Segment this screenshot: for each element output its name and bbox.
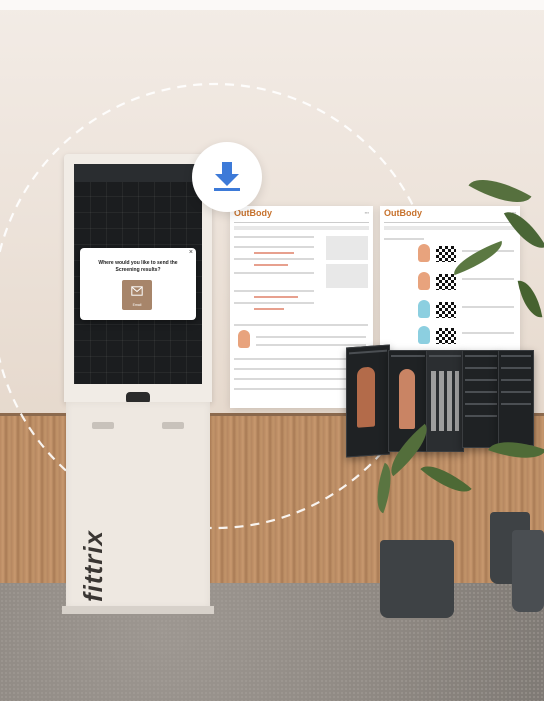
display-panel bbox=[462, 350, 500, 448]
report-checker-pattern bbox=[436, 246, 456, 262]
photo-scene: OutBody ▪▪▪ OutBody ▪▪▪ bbox=[0, 0, 544, 701]
speaker-slot bbox=[162, 422, 184, 429]
report-box bbox=[326, 264, 368, 288]
envelope-icon bbox=[131, 286, 143, 296]
report-row bbox=[234, 258, 314, 260]
panel-figures bbox=[431, 371, 459, 431]
report-row bbox=[256, 336, 366, 338]
report-row bbox=[462, 278, 514, 280]
panel-bar bbox=[501, 379, 531, 381]
report-body-figure bbox=[418, 244, 430, 262]
brand-logo-text: fittrix bbox=[78, 530, 108, 602]
panel-bar bbox=[465, 391, 497, 393]
report-bar bbox=[254, 252, 294, 254]
panel-bar bbox=[465, 415, 497, 417]
panel-bar bbox=[465, 379, 497, 381]
report-row bbox=[462, 306, 514, 308]
report-header-row bbox=[384, 226, 516, 230]
panel-bar bbox=[501, 367, 531, 369]
report-bar bbox=[254, 296, 298, 298]
panel-bar bbox=[465, 367, 497, 369]
panel-bar bbox=[465, 403, 497, 405]
send-results-dialog: × Where would you like to send the Scree… bbox=[80, 248, 196, 320]
panel-bar bbox=[429, 355, 461, 357]
report-logo: ▪▪▪ bbox=[364, 210, 369, 215]
plant-pot bbox=[380, 540, 454, 618]
report-checker-pattern bbox=[436, 274, 456, 290]
report-bar bbox=[254, 264, 288, 266]
display-panel bbox=[498, 350, 534, 446]
panel-bar bbox=[501, 391, 531, 393]
display-panel bbox=[426, 350, 464, 452]
report-box bbox=[326, 236, 368, 260]
panel-figure bbox=[357, 366, 375, 428]
speaker-slot bbox=[92, 422, 114, 429]
panel-bar bbox=[501, 355, 531, 357]
report-row bbox=[384, 238, 424, 240]
kiosk-base bbox=[62, 606, 214, 614]
panel-bar bbox=[391, 355, 425, 357]
close-icon[interactable]: × bbox=[189, 249, 193, 256]
download-badge bbox=[192, 142, 262, 212]
report-divider bbox=[234, 222, 369, 223]
panel-bar bbox=[465, 355, 497, 357]
fittrix-kiosk: × Where would you like to send the Scree… bbox=[62, 154, 214, 614]
email-button-label: Email bbox=[132, 303, 142, 307]
report-body-figure bbox=[418, 326, 430, 344]
kiosk-head: × Where would you like to send the Scree… bbox=[64, 154, 212, 404]
report-checker-pattern bbox=[436, 302, 456, 318]
report-title: OutBody bbox=[384, 208, 422, 218]
panel-figure bbox=[399, 369, 415, 429]
kiosk-screen: × Where would you like to send the Scree… bbox=[74, 164, 202, 384]
report-body-figure bbox=[418, 272, 430, 290]
report-divider bbox=[384, 222, 516, 223]
report-row bbox=[234, 290, 314, 292]
display-panel bbox=[346, 344, 390, 458]
report-row bbox=[256, 344, 366, 346]
kiosk-body: fittrix bbox=[66, 402, 210, 608]
report-bar bbox=[254, 308, 284, 310]
panel-bar bbox=[349, 349, 387, 355]
report-body-figure bbox=[418, 300, 430, 318]
email-button[interactable]: Email bbox=[122, 280, 152, 310]
report-header-row bbox=[234, 226, 369, 230]
screen-top-bar bbox=[74, 164, 202, 182]
report-row bbox=[462, 332, 514, 334]
report-checker-pattern bbox=[436, 328, 456, 344]
report-row bbox=[234, 272, 314, 274]
report-row bbox=[234, 324, 368, 326]
download-icon bbox=[214, 162, 240, 191]
report-row bbox=[234, 246, 314, 248]
dialog-title: Where would you like to send the Screeni… bbox=[98, 260, 178, 273]
panel-bar bbox=[501, 403, 531, 405]
report-row bbox=[234, 302, 314, 304]
report-body-figure bbox=[238, 330, 250, 348]
report-row bbox=[234, 236, 314, 238]
plant-pot bbox=[512, 530, 544, 612]
